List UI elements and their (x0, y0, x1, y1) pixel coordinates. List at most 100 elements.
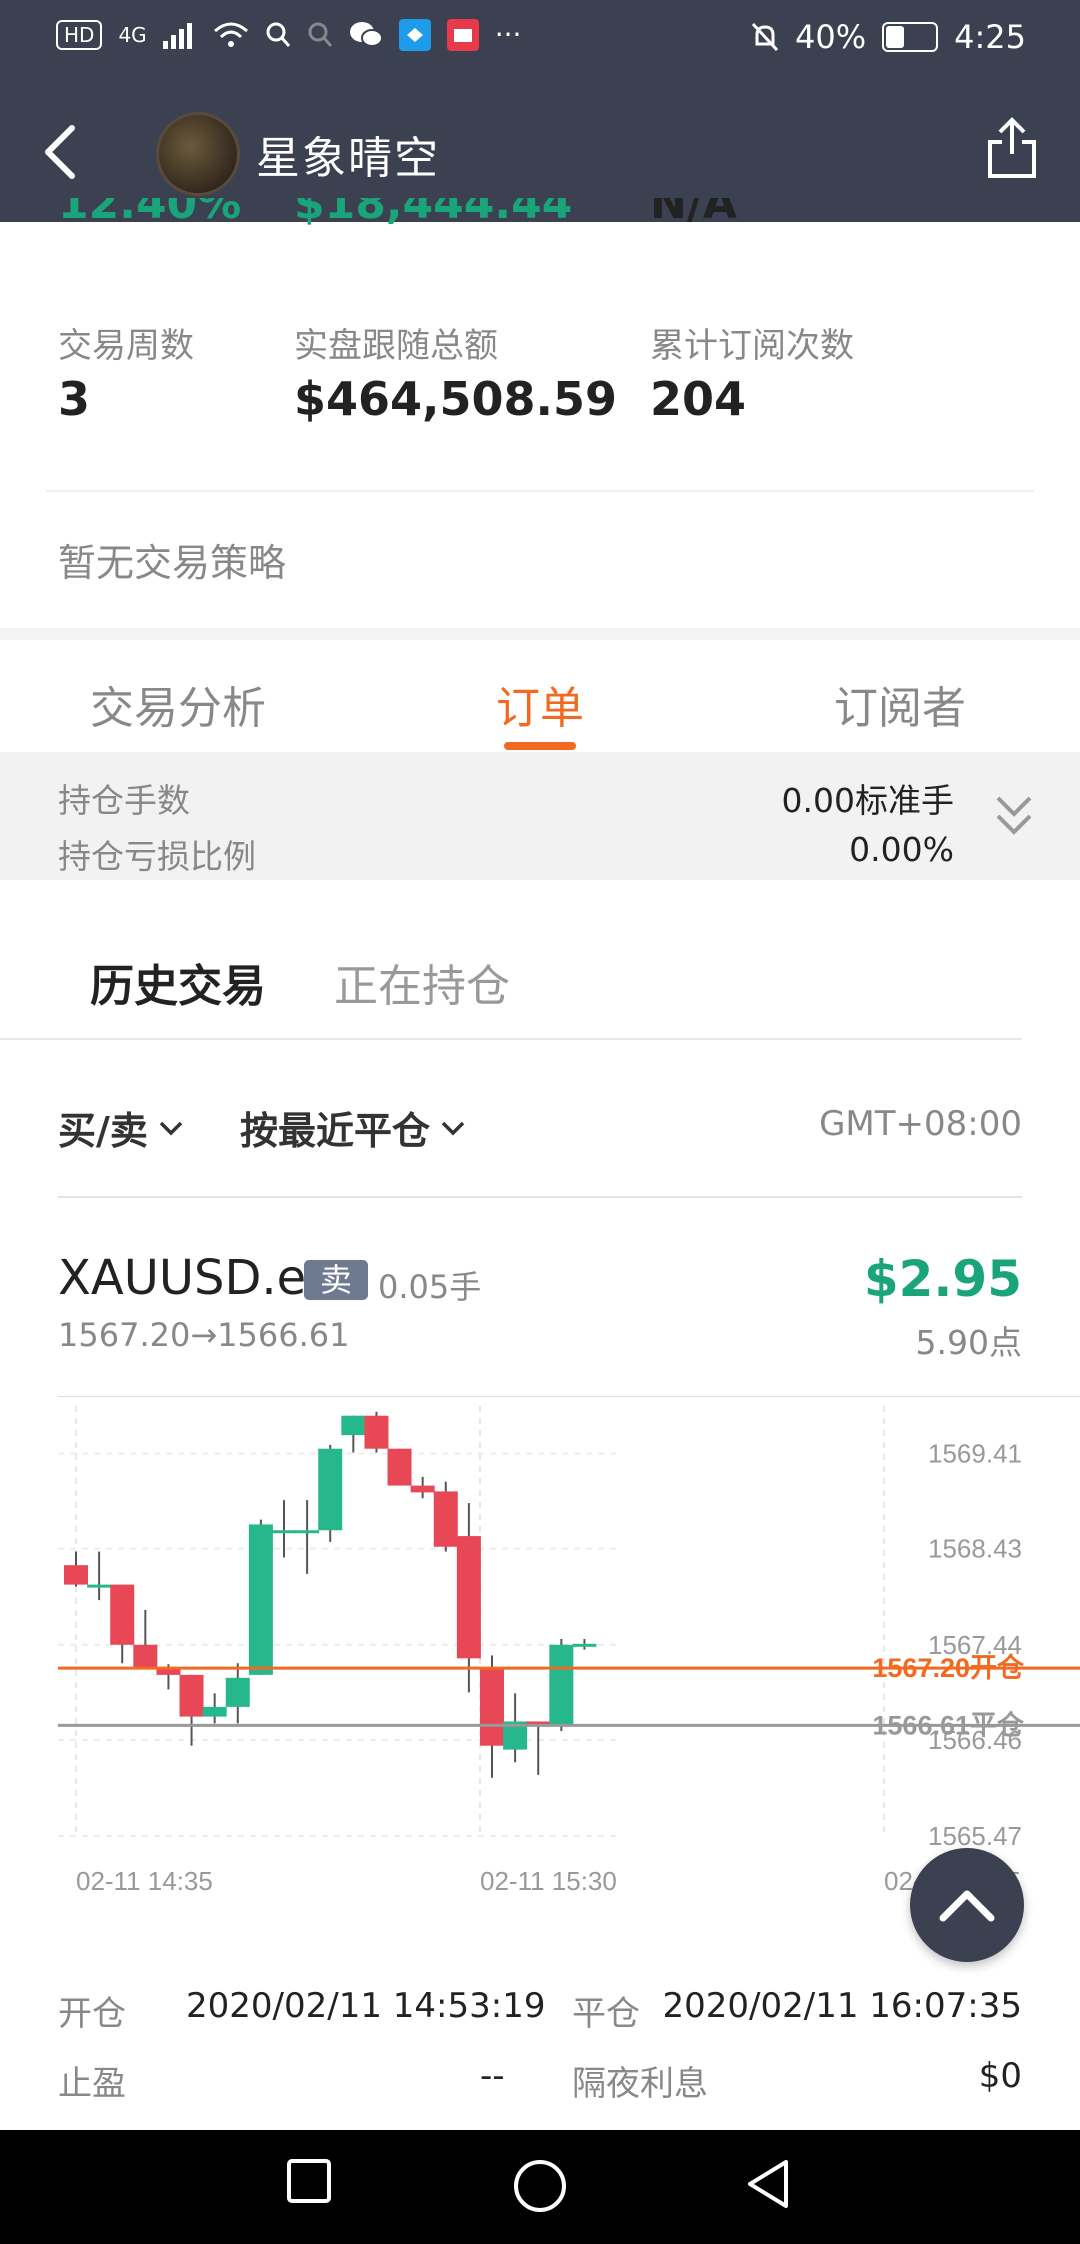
candle-down (480, 1668, 504, 1746)
candle-down (110, 1584, 135, 1645)
stat-label-follow-amount: 实盘跟随总额 (294, 326, 498, 366)
home-icon[interactable] (512, 2158, 568, 2214)
candle-up (248, 1524, 273, 1675)
stat-cutoff-2: $18,444.44 (294, 198, 573, 229)
battery-percent: 40% (795, 18, 867, 56)
status-bar: HD 4G ··· 40% 4:25 (0, 0, 1080, 80)
system-nav-bar (0, 2130, 1080, 2244)
recent-apps-icon[interactable] (286, 2158, 332, 2204)
stat-label-subscriptions: 累计订阅次数 (650, 326, 854, 366)
scroll-top-button[interactable] (910, 1848, 1024, 1962)
search-outline-icon (308, 22, 332, 47)
swap-label: 隔夜利息 (572, 2064, 708, 2104)
filter-side[interactable]: 买/卖 (58, 1100, 184, 1155)
open-price-label: 1567.20开仓 (872, 1653, 1025, 1683)
app-notification-icon-2 (446, 18, 479, 51)
avatar[interactable] (156, 112, 240, 196)
y-tick-label: 1565.47 (928, 1821, 1022, 1851)
filter-sort[interactable]: 按最近平仓 (240, 1100, 466, 1155)
more-notifications: ··· (494, 18, 522, 51)
candle-down (364, 1415, 389, 1449)
chevron-up-icon (939, 1890, 995, 1922)
filter-side-label: 买/卖 (58, 1109, 148, 1153)
pnl-ratio-value: 0.00% (849, 830, 954, 869)
strategy-text: 暂无交易策略 (58, 541, 287, 585)
tab-analysis[interactable]: 交易分析 (90, 672, 266, 736)
lots-label: 持仓手数 (58, 781, 190, 820)
candle-up (202, 1706, 227, 1717)
section-gap (0, 628, 1080, 640)
double-chevron-down-icon[interactable] (994, 792, 1034, 840)
divider (58, 1196, 1022, 1198)
share-icon[interactable] (984, 116, 1040, 180)
stat-value-follow-amount: $464,508.59 (294, 372, 618, 426)
trade-points: 5.90点 (915, 1323, 1022, 1362)
candle-up (549, 1644, 574, 1727)
stats-row-cutoff: 12.40% $18,444.44 N/A (58, 198, 1058, 238)
search-icon (266, 22, 290, 47)
candle-up (341, 1415, 366, 1436)
candlestick-chart[interactable]: 1569.411568.431567.441566.461565.471567.… (58, 1396, 1080, 1896)
candle-up (318, 1448, 343, 1531)
close-time-label: 平仓 (572, 1994, 640, 2034)
stat-cutoff-1: 12.40% (58, 198, 242, 229)
clock: 4:25 (954, 18, 1026, 56)
chevron-down-icon (441, 1121, 465, 1135)
page-title: 星象晴空 (256, 133, 440, 184)
hd-indicator: HD (56, 19, 103, 50)
tab-open-positions[interactable]: 正在持仓 (334, 950, 510, 1014)
chevron-down-icon (159, 1121, 183, 1135)
battery-icon (882, 22, 939, 52)
open-time-value: 2020/02/11 14:53:19 (186, 1986, 546, 2026)
stat-label-weeks: 交易周数 (58, 326, 194, 366)
wechat-icon (349, 21, 383, 47)
take-profit-label: 止盈 (58, 2064, 126, 2104)
close-price-label: 1566.61平仓 (872, 1710, 1025, 1740)
network-type: 4G (118, 22, 147, 47)
position-summary[interactable]: 持仓手数 0.00标准手 持仓亏损比例 0.00% (0, 752, 1080, 880)
candle-up (87, 1584, 112, 1588)
x-tick-label: 02-11 15:30 (480, 1866, 617, 1896)
back-icon[interactable] (744, 2158, 792, 2210)
pnl-ratio-label: 持仓亏损比例 (58, 837, 256, 876)
candle-down (133, 1644, 158, 1669)
open-time-label: 开仓 (58, 1994, 126, 2034)
y-tick-label: 1569.41 (928, 1439, 1022, 1469)
signal-icon (162, 22, 192, 49)
trade-symbol: XAUUSD.e (58, 1250, 307, 1306)
candle-down (179, 1674, 204, 1717)
close-time-value: 2020/02/11 16:07:35 (662, 1986, 1022, 2026)
candle-up (225, 1677, 250, 1707)
trade-price-range: 1567.20→1566.61 (58, 1316, 350, 1354)
lots-value: 0.00标准手 (781, 781, 954, 820)
trade-profit: $2.95 (863, 1250, 1022, 1308)
divider (0, 1038, 1022, 1040)
x-tick-label: 02-11 14:35 (76, 1866, 213, 1896)
candle-down (387, 1448, 412, 1486)
candle-down (410, 1485, 435, 1493)
stat-value-subscriptions: 204 (650, 372, 747, 426)
candle-down (456, 1536, 481, 1659)
stat-value-weeks: 3 (58, 372, 91, 426)
wifi-icon (213, 22, 248, 47)
back-arrow-icon[interactable] (40, 122, 80, 182)
trade-lots: 0.05手 (378, 1268, 482, 1306)
swap-value: $0 (978, 2056, 1022, 2096)
mute-icon (751, 22, 779, 52)
y-tick-label: 1568.43 (928, 1534, 1022, 1564)
filter-sort-label: 按最近平仓 (240, 1109, 431, 1153)
candle-down (433, 1491, 458, 1547)
tab-subscribers[interactable]: 订阅者 (834, 672, 966, 736)
candle-up (272, 1530, 296, 1534)
timezone-label: GMT+08:00 (819, 1104, 1022, 1144)
take-profit-value: -- (480, 2056, 505, 2096)
tab-history-trades[interactable]: 历史交易 (90, 950, 266, 1014)
candle-up (295, 1530, 320, 1534)
trade-side-badge: 卖 (304, 1260, 368, 1300)
tab-orders[interactable]: 订单 (496, 672, 584, 736)
tab-active-indicator (504, 742, 576, 750)
app-notification-icon (398, 18, 431, 51)
stat-cutoff-3: N/A (650, 198, 737, 229)
divider (46, 490, 1034, 492)
candle-up (572, 1643, 597, 1647)
